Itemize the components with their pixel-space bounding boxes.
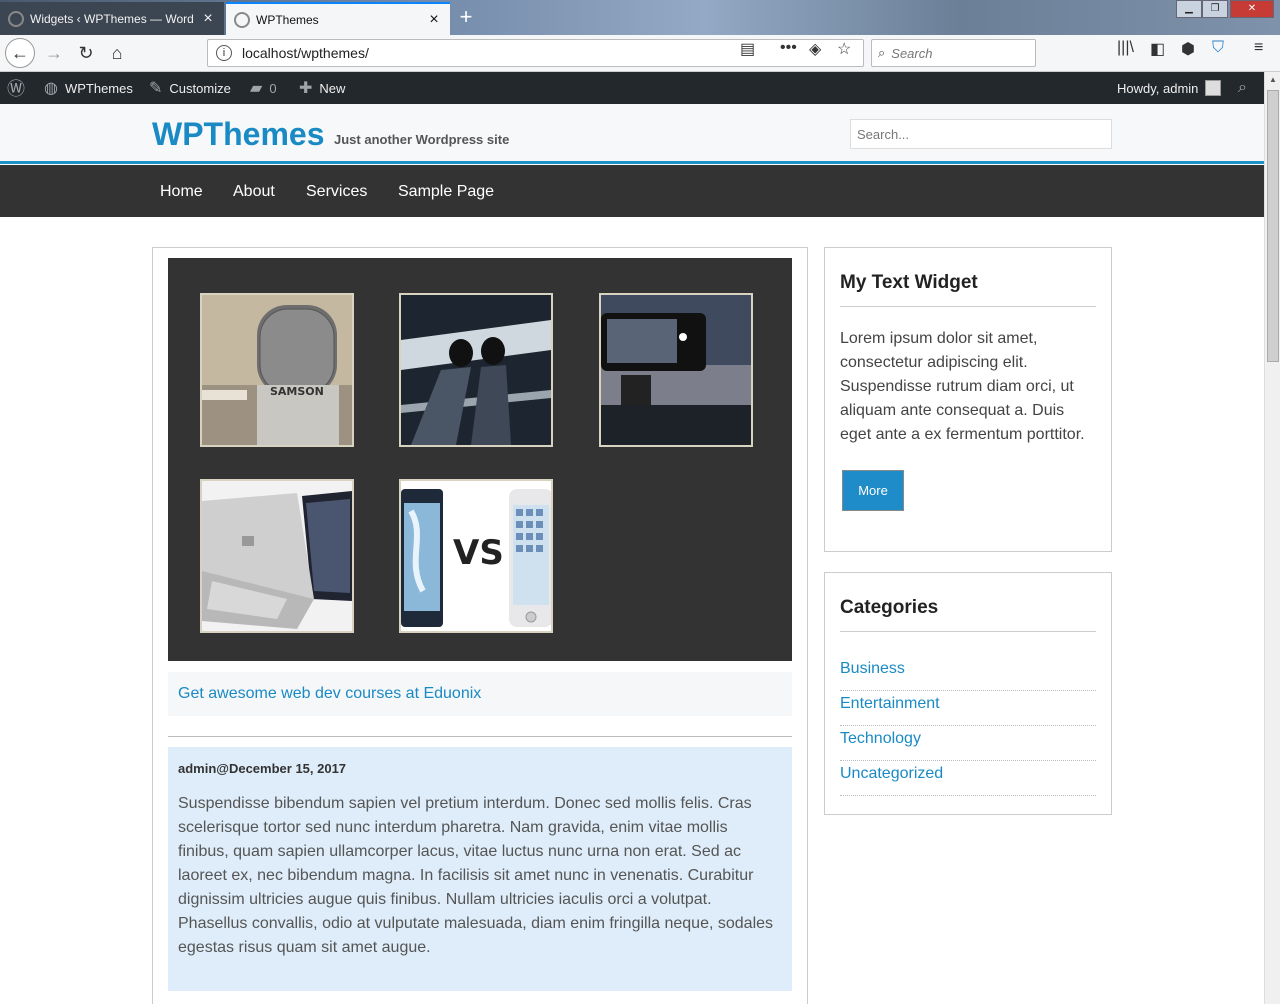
url-text: localhost/wpthemes/ [242, 45, 369, 61]
category-link-technology[interactable]: Technology [840, 726, 1096, 761]
reader-view-icon[interactable]: ▤ [740, 39, 755, 59]
microphone-image: SAMSON [202, 295, 352, 445]
site-search-input[interactable]: Search... [850, 119, 1112, 149]
forward-button[interactable]: → [40, 39, 68, 67]
loading-icon [8, 10, 24, 27]
more-button[interactable]: More [842, 470, 904, 511]
image-gallery: SAMSON VS [168, 258, 792, 661]
scroll-up-arrow-icon[interactable]: ▲ [1265, 72, 1280, 88]
comments-link[interactable]: ▰ 0 [250, 72, 277, 104]
categories-list: Business Entertainment Technology Uncate… [840, 656, 1096, 796]
admin-site-link[interactable]: ◍ WPThemes [44, 72, 133, 104]
browser-tab-bar: Widgets ‹ WPThemes — WordPress × WPTheme… [0, 0, 1280, 35]
site-search-placeholder: Search... [857, 126, 910, 142]
gallery-image-laptop[interactable] [200, 479, 354, 633]
reload-button[interactable]: ↻ [72, 39, 100, 67]
admin-search-icon[interactable]: ⌕ [1238, 72, 1247, 104]
back-button[interactable]: ← [5, 38, 35, 68]
browser-toolbar: ← → ↻ ⌂ i localhost/wpthemes/ ▤ ••• ◈ ☆ … [0, 35, 1280, 72]
plus-icon: ✚ [299, 80, 313, 97]
new-content-link[interactable]: ✚ New [299, 72, 345, 104]
admin-site-name: WPThemes [64, 80, 133, 96]
gallery-image-phone-vs[interactable]: VS [399, 479, 553, 633]
browser-tab-widgets[interactable]: Widgets ‹ WPThemes — WordPress × [0, 2, 224, 35]
nav-home[interactable]: Home [160, 165, 203, 217]
nav-about[interactable]: About [233, 165, 275, 217]
window-close-button[interactable]: ✕ [1230, 0, 1274, 18]
brush-icon: ✎ [149, 80, 163, 97]
page-actions-icon[interactable]: ••• [780, 39, 797, 57]
comments-count: 0 [269, 80, 277, 96]
post-article: admin@December 15, 2017 Suspendisse bibe… [168, 747, 792, 991]
url-bar[interactable]: i localhost/wpthemes/ [207, 39, 864, 67]
laptop-image [202, 481, 352, 631]
library-icon[interactable]: |||\ [1117, 39, 1134, 57]
post-body: Suspendisse bibendum sapien vel pretium … [178, 795, 774, 956]
categories-widget: Categories Business Entertainment Techno… [824, 572, 1112, 815]
home-button[interactable]: ⌂ [103, 39, 131, 67]
phone-dusk-image [601, 295, 751, 445]
bookmark-star-icon[interactable]: ☆ [837, 39, 851, 59]
close-tab-icon[interactable]: × [200, 10, 216, 28]
site-header: WPThemes Just another Wordpress site Sea… [0, 104, 1264, 164]
search-placeholder: Search [891, 45, 933, 61]
gallery-image-microphone[interactable]: SAMSON [200, 293, 354, 447]
search-icon: ⌕ [878, 45, 886, 60]
post-meta: admin@December 15, 2017 [178, 761, 347, 776]
categories-title: Categories [840, 573, 1096, 632]
gallery-image-feet[interactable] [399, 293, 553, 447]
post-link-bar: Get awesome web dev courses at Eduonix [168, 672, 792, 716]
info-icon[interactable]: i [216, 45, 232, 61]
site-tagline: Just another Wordpress site [334, 132, 510, 147]
gallery-image-phone-dusk[interactable] [599, 293, 753, 447]
close-tab-icon[interactable]: × [426, 11, 442, 29]
sidebar-icon[interactable]: ◧ [1150, 39, 1165, 59]
loading-icon [234, 11, 250, 28]
page-scrollbar[interactable]: ▲ [1264, 72, 1280, 1004]
maximize-button[interactable]: ❐ [1202, 0, 1228, 18]
customize-link[interactable]: ✎ Customize [149, 72, 231, 104]
browser-tab-wpthemes[interactable]: WPThemes × [226, 2, 450, 35]
tab-label: Widgets ‹ WPThemes — WordPress [30, 11, 194, 26]
nav-sample-page[interactable]: Sample Page [398, 165, 494, 217]
category-link-uncategorized[interactable]: Uncategorized [840, 761, 1096, 796]
main-navigation: Home About Services Sample Page [0, 165, 1264, 217]
category-link-entertainment[interactable]: Entertainment [840, 691, 1096, 726]
comment-icon: ▰ [250, 80, 263, 97]
avatar [1205, 80, 1222, 96]
dashboard-icon: ◍ [44, 80, 58, 97]
post-link[interactable]: Get awesome web dev courses at Eduonix [178, 685, 481, 703]
text-widget-title: My Text Widget [840, 248, 1096, 307]
text-widget-body: Lorem ipsum dolor sit amet, consectetur … [840, 330, 1085, 443]
shield-icon[interactable]: ⛉ [1212, 39, 1224, 57]
browser-search-input[interactable]: ⌕ Search [871, 39, 1036, 67]
my-account-link[interactable]: Howdy, admin [1117, 72, 1222, 104]
tab-label: WPThemes [256, 12, 319, 27]
svg-text:SAMSON: SAMSON [270, 385, 324, 398]
site-title[interactable]: WPThemes [152, 116, 324, 153]
new-label: New [319, 80, 346, 96]
howdy-text: Howdy, admin [1117, 80, 1199, 96]
text-widget: My Text Widget Lorem ipsum dolor sit ame… [824, 247, 1112, 552]
wordpress-logo-icon[interactable]: Ⓦ [7, 72, 25, 104]
divider [168, 736, 792, 737]
vs-text: VS [453, 533, 504, 573]
category-link-business[interactable]: Business [840, 656, 1096, 691]
feet-image [401, 295, 551, 445]
ublock-icon[interactable]: ⬢ [1181, 39, 1195, 59]
customize-label: Customize [169, 80, 231, 96]
new-tab-button[interactable]: + [456, 4, 476, 30]
pocket-icon[interactable]: ◈ [809, 39, 821, 59]
minimize-button[interactable]: ▁ [1176, 0, 1202, 18]
nav-services[interactable]: Services [306, 165, 367, 217]
scrollbar-thumb[interactable] [1267, 90, 1279, 362]
menu-icon[interactable]: ≡ [1254, 39, 1263, 57]
wp-admin-bar: Ⓦ ◍ WPThemes ✎ Customize ▰ 0 ✚ New Howdy… [0, 72, 1264, 104]
